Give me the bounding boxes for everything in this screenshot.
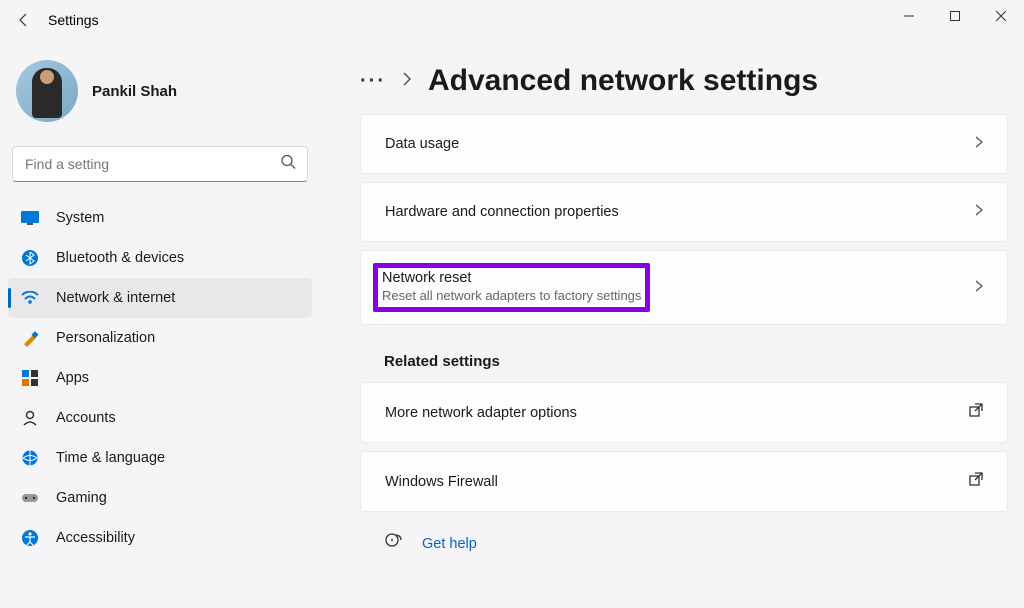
avatar — [16, 60, 78, 122]
brush-icon — [20, 328, 40, 348]
chevron-right-icon — [975, 135, 983, 153]
help-icon — [384, 532, 402, 555]
breadcrumb-overflow[interactable]: ··· — [360, 70, 386, 93]
sidebar-item-time[interactable]: Time & language — [8, 438, 312, 478]
sidebar-item-label: Apps — [56, 370, 89, 386]
related-settings-header: Related settings — [384, 353, 1024, 370]
sidebar: Pankil Shah System Bluetooth & devices N… — [0, 40, 320, 608]
gamepad-icon — [20, 488, 40, 508]
nav-list: System Bluetooth & devices Network & int… — [8, 198, 312, 558]
external-link-icon — [969, 472, 983, 491]
user-name: Pankil Shah — [92, 83, 177, 100]
sidebar-item-label: Gaming — [56, 490, 107, 506]
chevron-right-icon — [975, 279, 983, 297]
app-title: Settings — [48, 12, 99, 28]
chevron-right-icon — [975, 203, 983, 221]
sidebar-item-gaming[interactable]: Gaming — [8, 478, 312, 518]
sidebar-item-label: Personalization — [56, 330, 155, 346]
close-button[interactable] — [978, 0, 1024, 32]
card-title: Windows Firewall — [385, 474, 498, 490]
breadcrumb: ··· Advanced network settings — [360, 64, 1024, 98]
card-subtitle: Reset all network adapters to factory se… — [382, 288, 641, 303]
apps-icon — [20, 368, 40, 388]
card-network-reset[interactable]: Network reset Reset all network adapters… — [360, 250, 1008, 325]
highlight-annotation: Network reset Reset all network adapters… — [373, 263, 650, 312]
main-content: ··· Advanced network settings Data usage… — [320, 40, 1024, 608]
maximize-button[interactable] — [932, 0, 978, 32]
search-input[interactable] — [12, 146, 308, 182]
search-icon — [280, 154, 296, 175]
card-title: Hardware and connection properties — [385, 204, 619, 220]
sidebar-item-bluetooth[interactable]: Bluetooth & devices — [8, 238, 312, 278]
sidebar-item-system[interactable]: System — [8, 198, 312, 238]
titlebar: Settings — [0, 0, 1024, 40]
accessibility-icon — [20, 528, 40, 548]
bluetooth-icon — [20, 248, 40, 268]
profile-section[interactable]: Pankil Shah — [8, 40, 312, 146]
sidebar-item-label: System — [56, 210, 104, 226]
search-box[interactable] — [12, 146, 308, 182]
sidebar-item-label: Accounts — [56, 410, 116, 426]
external-link-icon — [969, 403, 983, 422]
minimize-button[interactable] — [886, 0, 932, 32]
card-title: Network reset — [382, 270, 641, 286]
get-help-row[interactable]: Get help — [360, 520, 1024, 567]
card-more-adapter[interactable]: More network adapter options — [360, 382, 1008, 443]
sidebar-item-label: Bluetooth & devices — [56, 250, 184, 266]
back-button[interactable] — [8, 4, 40, 36]
card-hardware[interactable]: Hardware and connection properties — [360, 182, 1008, 242]
sidebar-item-accessibility[interactable]: Accessibility — [8, 518, 312, 558]
card-title: More network adapter options — [385, 405, 577, 421]
sidebar-item-personalization[interactable]: Personalization — [8, 318, 312, 358]
sidebar-item-label: Network & internet — [56, 290, 175, 306]
sidebar-item-accounts[interactable]: Accounts — [8, 398, 312, 438]
sidebar-item-network[interactable]: Network & internet — [8, 278, 312, 318]
page-title: Advanced network settings — [428, 64, 818, 98]
card-data-usage[interactable]: Data usage — [360, 114, 1008, 174]
card-firewall[interactable]: Windows Firewall — [360, 451, 1008, 512]
card-title: Data usage — [385, 136, 459, 152]
sidebar-item-label: Accessibility — [56, 530, 135, 546]
system-icon — [20, 208, 40, 228]
globe-icon — [20, 448, 40, 468]
get-help-link[interactable]: Get help — [422, 536, 477, 552]
wifi-icon — [20, 288, 40, 308]
chevron-right-icon — [402, 72, 412, 91]
sidebar-item-label: Time & language — [56, 450, 165, 466]
person-icon — [20, 408, 40, 428]
sidebar-item-apps[interactable]: Apps — [8, 358, 312, 398]
window-controls — [886, 0, 1024, 32]
